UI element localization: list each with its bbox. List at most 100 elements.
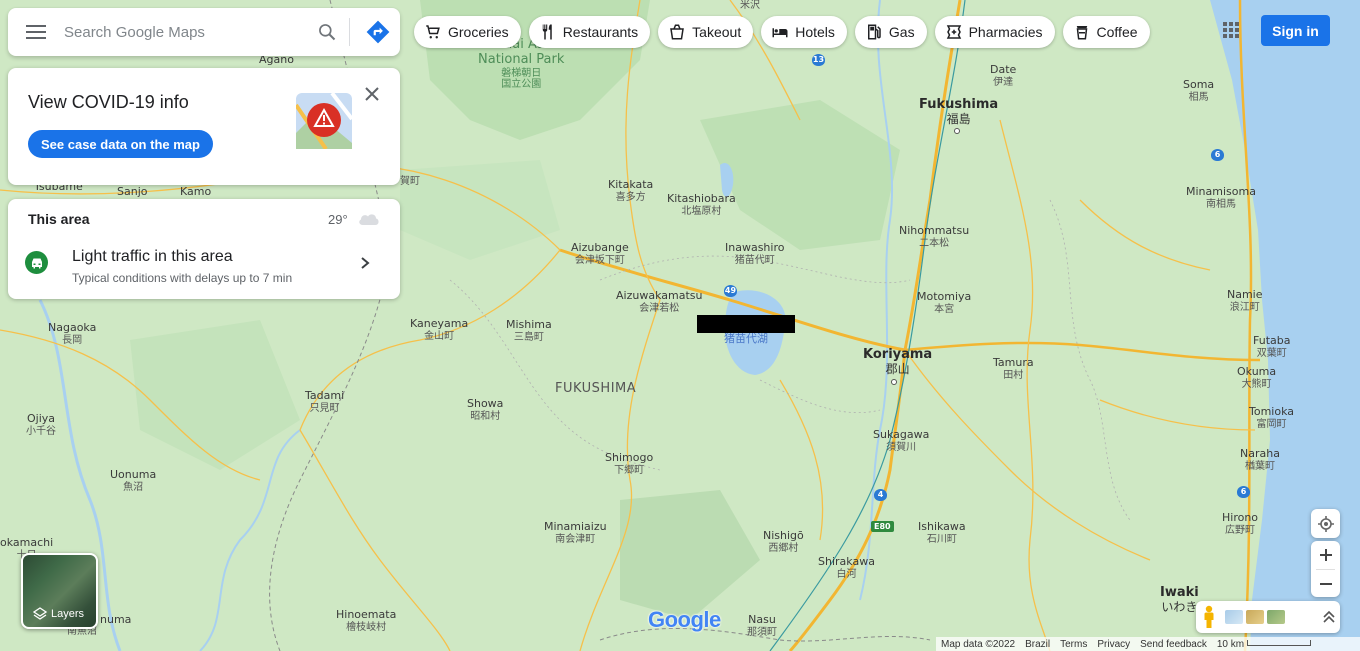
map-label-nasu[interactable]: Nasu 那須町 [747,613,777,638]
label-nasu-en: Nasu [748,613,776,626]
google-apps-button[interactable] [1217,16,1245,44]
chip-pharmacies[interactable]: Pharmacies [934,16,1055,48]
map-label-sukagawa[interactable]: Sukagawa 須賀川 [873,428,930,453]
map-label-nishigo[interactable]: Nishigō 西郷村 [763,529,804,554]
park-jp-line2: 国立公園 [501,79,542,91]
terrain-thumbnail[interactable] [1225,610,1243,624]
map-label-koriyama[interactable]: Koriyama 郡山 [863,347,932,377]
search-divider [349,18,350,46]
chip-gas-label: Gas [888,24,915,40]
map-label-date[interactable]: Date 伊達 [990,63,1016,88]
chip-pharmacies-label: Pharmacies [968,24,1043,40]
bed-icon [772,28,788,38]
country-link[interactable]: Brazil [1020,639,1055,650]
map-label-naraha[interactable]: Naraha 楢葉町 [1240,447,1280,472]
my-location-button[interactable] [1311,509,1340,538]
map-label-shimogo[interactable]: Shimogo 下郷町 [605,451,653,476]
map-label-kitashiobara[interactable]: Kitashiobara 北塩原村 [667,192,736,217]
chip-groceries[interactable]: Groceries [414,16,521,48]
label-kitashiobara-jp: 北塩原村 [681,205,722,217]
map-label-namie[interactable]: Namie 浪江町 [1227,288,1263,313]
close-covid-card-button[interactable] [360,82,384,106]
label-yonezawa-jp: 米沢 [740,0,760,11]
label-minamiuonuma-en: numa [100,613,132,626]
map-label-showa[interactable]: Showa 昭和村 [467,397,503,422]
search-input[interactable] [64,12,307,52]
map-label-kitakata[interactable]: Kitakata 喜多方 [608,178,653,203]
route-shield-4: 4 [874,489,887,501]
layers-icon [33,607,47,620]
privacy-link[interactable]: Privacy [1092,639,1135,650]
expand-button[interactable] [1318,601,1340,633]
route-shield-6b: 6 [1237,486,1250,498]
map-label-kamo[interactable]: Kamo [180,185,211,199]
label-nagaoka-jp: 長岡 [62,334,83,346]
map-label-minamisoma[interactable]: Minamisoma 南相馬 [1186,185,1256,210]
map-label-iwaki[interactable]: Iwaki いわき [1160,585,1199,615]
map-label-nihonmatsu[interactable]: Nihommatsu 二本松 [899,224,969,249]
map-label-ishikawa[interactable]: Ishikawa 石川町 [918,520,966,545]
map-label-nishiaizu[interactable]: 賀町 [400,176,420,188]
apps-grid-icon [1223,22,1239,38]
route-shield-49: 49 [724,285,737,297]
satellite-thumbnail[interactable] [1267,610,1285,624]
map-label-ojiya[interactable]: Ojiya 小千谷 [26,412,56,437]
zoom-controls [1311,541,1340,597]
map-label-nagaoka[interactable]: Nagaoka 長岡 [48,321,97,346]
search-icon [319,24,336,41]
map-label-shirakawa[interactable]: Shirakawa 白河 [818,555,875,580]
map-label-tamura[interactable]: Tamura 田村 [993,356,1034,381]
hamburger-menu-icon [26,25,46,39]
map-label-sanjo[interactable]: Sanjo [117,185,147,199]
chip-takeout[interactable]: Takeout [658,16,754,48]
map-mode-strip [1196,601,1340,633]
map-scale[interactable]: 10 km [1212,639,1316,650]
directions-button[interactable] [356,8,400,56]
map-label-minamiuonuma[interactable]: numa [100,613,132,627]
layers-label: Layers [33,607,84,621]
terms-link[interactable]: Terms [1055,639,1092,650]
traffic-row[interactable]: Light traffic in this area Typical condi… [8,239,400,295]
map-label-okuma[interactable]: Okuma 大熊町 [1237,365,1276,390]
label-sukagawa-en: Sukagawa [873,428,930,441]
menu-button[interactable] [8,8,64,56]
layers-button[interactable]: Layers [21,553,98,629]
map-label-aizuwakamatsu[interactable]: Aizuwakamatsu 会津若松 [616,289,702,314]
map-label-hinoemata[interactable]: Hinoemata 檜枝岐村 [336,608,396,633]
map-label-soma[interactable]: Soma 相馬 [1183,78,1214,103]
map-label-fukushima[interactable]: Fukushima 福島 [919,97,998,127]
label-nagaoka-en: Nagaoka [48,321,97,334]
street-view-pegman[interactable] [1196,601,1222,633]
map-label-mishima[interactable]: Mishima 三島町 [506,318,552,343]
covid-case-data-button[interactable]: See case data on the map [28,130,213,158]
map-label-uonuma[interactable]: Uonuma 魚沼 [110,468,156,493]
map-label-tadami[interactable]: Tadami 只見町 [305,389,344,414]
label-tomioka-jp: 富岡町 [1256,418,1287,430]
map-label-lake-inawashiro[interactable]: 猪苗代湖 [724,332,768,346]
map-label-inawashiro[interactable]: Inawashiro 猪苗代町 [725,241,784,266]
chip-hotels[interactable]: Hotels [761,16,847,48]
map-label-tomioka[interactable]: Tomioka 富岡町 [1249,405,1294,430]
fork-knife-icon [542,24,552,40]
chip-coffee[interactable]: Coffee [1062,16,1150,48]
zoom-in-button[interactable] [1311,541,1340,569]
map-label-futaba[interactable]: Futaba 双葉町 [1253,334,1290,359]
map-label-hirono[interactable]: Hirono 広野町 [1222,511,1259,536]
label-motomiya-en: Motomiya [917,290,972,303]
label-hirono-en: Hirono [1222,511,1259,524]
label-kitakata-jp: 喜多方 [615,191,646,203]
sign-in-button[interactable]: Sign in [1261,15,1330,46]
map-label-aizubange[interactable]: Aizubange 会津坂下町 [571,241,629,266]
map-label-minamiaizu[interactable]: Minamiaizu 南会津町 [544,520,607,545]
route-shield-6a: 6 [1211,149,1224,161]
send-feedback-link[interactable]: Send feedback [1135,639,1212,650]
zoom-out-button[interactable] [1311,570,1340,598]
transit-thumbnail[interactable] [1246,610,1264,624]
map-label-kaneyama[interactable]: Kaneyama 金山町 [410,317,468,342]
label-hirono-jp: 広野町 [1225,524,1256,536]
map-label-motomiya[interactable]: Motomiya 本宮 [917,290,972,315]
chip-gas[interactable]: Gas [854,16,927,48]
chip-restaurants[interactable]: Restaurants [528,16,651,48]
label-mishima-jp: 三島町 [513,331,544,343]
search-button[interactable] [307,8,347,56]
